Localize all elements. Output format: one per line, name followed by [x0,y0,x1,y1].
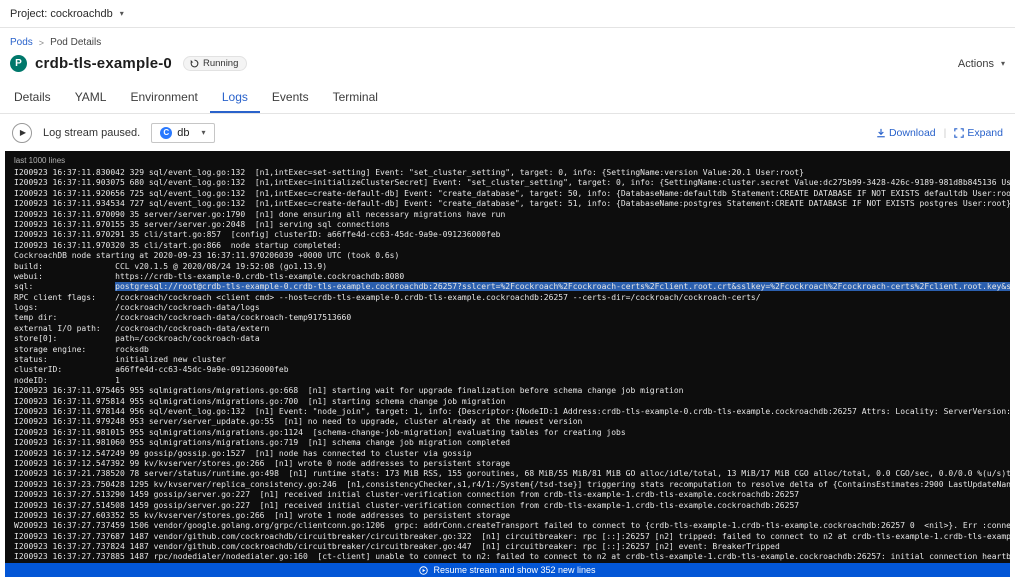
expand-icon [954,128,964,138]
breadcrumb-separator: > [39,38,44,48]
log-line: I200923 16:37:27.737824 1487 vendor/gith… [14,542,1010,552]
tab-terminal[interactable]: Terminal [321,82,390,113]
log-line: I200923 16:37:11.981015 955 sqlmigration… [14,428,1010,438]
log-line: I200923 16:37:11.975465 955 sqlmigration… [14,386,1010,396]
play-button[interactable]: ▶ [12,123,32,143]
download-icon [876,128,886,138]
log-line: I200923 16:37:11.970291 35 cli/start.go:… [14,230,1010,240]
log-range-label: last 1000 lines [14,156,1010,165]
container-select-value: db [177,127,189,139]
log-line: I200923 16:37:27.603352 55 kv/kvserver/s… [14,511,1010,521]
log-line: I200923 16:37:11.934534 727 sql/event_lo… [14,199,1010,209]
log-line: I200923 16:37:11.920656 725 sql/event_lo… [14,189,1010,199]
expand-button[interactable]: Expand [954,127,1003,139]
sync-icon [190,59,199,68]
title-row: P crdb-tls-example-0 Running Actions ▾ [0,48,1015,72]
log-line: nodeID: 1 [14,376,1010,386]
download-button[interactable]: Download [876,127,936,139]
project-selector[interactable]: Project: cockroachdb ▾ [0,0,1015,28]
log-line: I200923 16:37:12.547249 99 gossip/gossip… [14,449,1010,459]
log-line: storage engine: rocksdb [14,345,1010,355]
log-line: I200923 16:37:23.750428 1295 kv/kvserver… [14,480,1010,490]
log-line: I200923 16:37:11.978144 956 sql/event_lo… [14,407,1010,417]
log-line: status: initialized new cluster [14,355,1010,365]
status-badge-label: Running [203,58,238,69]
log-viewport[interactable]: last 1000 lines I200923 16:37:11.830042 … [5,151,1010,577]
actions-label: Actions [958,58,994,70]
pod-details-page: Project: cockroachdb ▾ Pods > Pod Detail… [0,0,1015,580]
log-line: W200923 16:37:27.737459 1506 vendor/goog… [14,521,1010,531]
chevron-down-icon: ▾ [120,9,124,18]
container-icon: C [160,127,172,139]
log-line: I200923 16:37:11.975814 955 sqlmigration… [14,397,1010,407]
log-line: CockroachDB node starting at 2020-09-23 … [14,251,1010,261]
selected-log-text: postgresql://root@crdb-tls-example-0.crd… [115,282,1010,291]
log-line: I200923 16:37:27.737687 1487 vendor/gith… [14,532,1010,542]
status-badge: Running [183,56,247,71]
download-label: Download [889,127,936,139]
play-circle-icon [419,566,428,575]
toolbar-divider: | [944,127,947,139]
breadcrumb: Pods > Pod Details [0,28,1015,48]
log-line: external I/O path: /cockroach/cockroach-… [14,324,1010,334]
container-select[interactable]: C db ▾ [151,123,214,143]
log-line: logs: /cockroach/cockroach-data/logs [14,303,1010,313]
tab-environment[interactable]: Environment [118,82,209,113]
log-line: I200923 16:37:27.513290 1459 gossip/serv… [14,490,1010,500]
page-title: crdb-tls-example-0 [35,55,172,72]
log-line: I200923 16:37:11.970155 35 server/server… [14,220,1010,230]
chevron-down-icon: ▾ [201,128,205,137]
breadcrumb-current: Pod Details [50,37,101,48]
log-line: store[0]: path=/cockroach/cockroach-data [14,334,1010,344]
tab-events[interactable]: Events [260,82,321,113]
play-icon: ▶ [20,128,26,137]
log-line: clusterID: a66ffe4d-cc63-45dc-9a9e-09123… [14,365,1010,375]
project-selector-label: Project: cockroachdb [10,8,113,20]
log-line: I200923 16:37:11.981060 955 sqlmigration… [14,438,1010,448]
log-line: I200923 16:37:11.830042 329 sql/event_lo… [14,168,1010,178]
stream-status-text: Log stream paused. [43,127,140,139]
log-line: webui: https://crdb-tls-example-0.crdb-t… [14,272,1010,282]
tabs: DetailsYAMLEnvironmentLogsEventsTerminal [0,82,1015,114]
expand-label: Expand [967,127,1003,139]
log-line: I200923 16:37:27.514508 1459 gossip/serv… [14,501,1010,511]
tab-details[interactable]: Details [2,82,63,113]
tab-yaml[interactable]: YAML [63,82,119,113]
log-line: sql: postgresql://root@crdb-tls-example-… [14,282,1010,292]
pod-icon: P [10,55,27,72]
chevron-down-icon: ▾ [1001,59,1005,68]
log-toolbar: ▶ Log stream paused. C db ▾ Download | E… [0,114,1015,151]
actions-menu-button[interactable]: Actions ▾ [958,58,1005,70]
log-line-prefix: sql: [14,282,115,291]
log-line: RPC client flags: /cockroach/cockroach <… [14,293,1010,303]
resume-stream-label: Resume stream and show 352 new lines [433,565,595,575]
toolbar-right: Download | Expand [876,127,1003,139]
log-line: temp dir: /cockroach/cockroach-data/cock… [14,313,1010,323]
resume-stream-button[interactable]: Resume stream and show 352 new lines [5,563,1010,577]
log-lines: I200923 16:37:11.830042 329 sql/event_lo… [14,168,1010,563]
log-line: I200923 16:37:21.738520 78 server/status… [14,469,1010,479]
tab-logs[interactable]: Logs [210,82,260,113]
log-line: I200923 16:37:11.970320 35 cli/start.go:… [14,241,1010,251]
log-line: build: CCL v20.1.5 @ 2020/08/24 19:52:08… [14,262,1010,272]
log-line: I200923 16:37:12.547392 99 kv/kvserver/s… [14,459,1010,469]
log-line: I200923 16:37:11.903075 680 sql/event_lo… [14,178,1010,188]
log-line: I200923 16:37:11.979248 953 server/serve… [14,417,1010,427]
breadcrumb-link-pods[interactable]: Pods [10,37,33,48]
log-line: I200923 16:37:11.970090 35 server/server… [14,210,1010,220]
log-line: I200923 16:37:27.737885 1487 rpc/nodedia… [14,552,1010,562]
